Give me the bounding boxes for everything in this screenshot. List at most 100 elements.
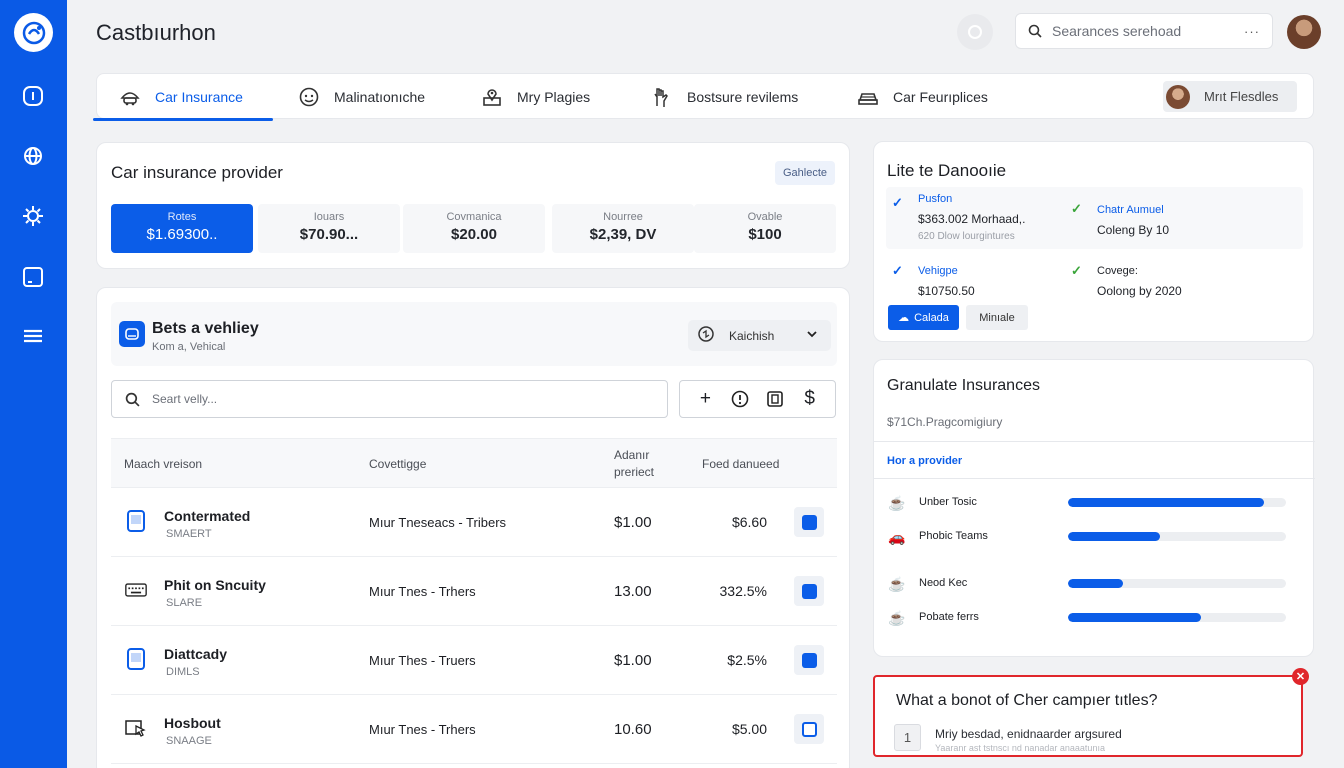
divider [874,441,1315,442]
provider-badge[interactable]: Gahlecte [774,161,835,185]
info-icon[interactable] [21,84,45,108]
progress-track [1068,532,1286,541]
detail-item: Vehigpe $10750.50 [918,265,975,298]
column-premium-line1[interactable]: Adanır [614,448,649,462]
stat-value: $100 [748,226,782,243]
stat-nourree[interactable]: Nourree $2,39, DV [552,204,694,253]
detail-item: Covege: Oolong by 2020 [1097,265,1182,298]
compare-card: Granulate Insurances $71Ch.Pragcomigiury… [873,359,1315,657]
primary-button[interactable]: ☁ Calada [888,305,959,330]
provider-label: Unber Tosic [919,496,977,508]
vehicles-subtitle: Kom a, Vehical [152,341,226,353]
column-coverage[interactable]: Covettigge [369,457,426,471]
row-checkbox[interactable] [794,576,824,606]
row-sub: SLARE [166,597,203,609]
tab-bostsure[interactable]: Bostsure revilems [651,74,798,119]
add-provider-link[interactable]: Hor a provider [887,455,962,467]
answer-number[interactable]: 1 [894,724,921,751]
provider-label: Pobate ferrs [919,611,979,623]
stat-ovable[interactable]: Ovable $100 [694,204,836,253]
settings-gear-icon[interactable] [21,204,45,228]
tab-label: Mry Plagies [517,88,591,105]
phone-icon [125,510,147,532]
provider-bar-row[interactable]: ☕ Unber Tosic [888,493,1288,513]
car-umbrella-icon [119,86,141,108]
row-fee: 332.5% [719,583,767,599]
progress-track [1068,613,1286,622]
provider-label: Phobic Teams [919,530,988,542]
stat-label: Iouars [313,211,345,223]
dollar-icon[interactable]: $ [798,387,822,411]
detail-key: Pusfon [918,193,953,205]
vehicle-select-dropdown[interactable]: Kaichish [688,320,831,351]
detail-item: Pusfon $363.002 Morhaad,. 620 Dlow lourg… [918,193,1025,242]
row-checkbox[interactable] [794,507,824,537]
progress-fill [1068,498,1265,507]
divider [874,478,1315,479]
column-machine[interactable]: Maach vreison [124,457,202,471]
vehicles-header: Bets a vehliey Kom a, Vehical Kaichish [111,302,837,366]
row-checkbox[interactable] [794,714,824,744]
row-premium: 13.00 [614,583,652,600]
table-row[interactable]: Contermated SMAERT Mıur Tneseacs - Tribe… [111,488,837,557]
provider-bar-row[interactable]: ☕ Neod Kec [888,574,1288,594]
vehicle-search-input[interactable]: Seart velly... [111,380,668,418]
check-icon: ✓ [1071,201,1082,216]
provider-bar-row[interactable]: 🚗 Phobic Teams [888,527,1288,547]
table-row[interactable]: Diattcady DIMLS Mıur Thes - Truers $1.00… [111,626,837,695]
profile-avatar [1166,84,1190,109]
row-premium: $1.00 [614,652,652,669]
tab-car-feuriplices[interactable]: Car Feurıplices [857,74,988,119]
tab-user-profile[interactable]: Mrıt Flesdles [1163,81,1297,112]
logo-icon [22,21,45,44]
provider-card: Car insurance provider Gahlecte Rotes $1… [96,142,850,269]
user-avatar[interactable] [1287,15,1321,49]
row-coverage: Mıur Tnes - Trhers [369,584,476,599]
detail-key: Covege: [1097,265,1138,277]
table-row[interactable]: Hosbout SNAAGE Mıur Tnes - Trhers 10.60 … [111,695,837,764]
status-toggle-icon[interactable] [957,14,993,50]
stat-value: $2,39, DV [589,226,657,243]
add-icon[interactable]: + [693,387,717,411]
stat-iouars[interactable]: Iouars $70.90... [258,204,400,253]
vehicles-title: Bets a vehliey [152,320,259,337]
close-icon[interactable]: ✕ [1292,668,1309,685]
tab-plagies[interactable]: Mry Plagies [481,74,590,119]
stat-label: Covmanica [446,211,502,223]
answer-text[interactable]: Mriy besdad, enidnaarder argsured [935,727,1122,741]
column-fee[interactable]: Foed danueed [702,457,779,471]
stat-covmanica[interactable]: Covmanica $20.00 [403,204,545,253]
copy-icon[interactable] [763,387,787,411]
alert-icon[interactable] [728,387,752,411]
row-premium: $1.00 [614,514,652,531]
global-search-input[interactable]: Searances serehoad ··· [1015,13,1273,49]
layers-icon[interactable] [21,324,45,348]
search-more-icon[interactable]: ··· [1244,24,1260,39]
row-fee: $6.60 [731,514,767,530]
provider-label: Neod Kec [919,577,968,589]
row-name: Phit on Sncuity [164,577,266,593]
table-row[interactable]: Phit on Sncuity SLARE Mıur Tnes - Trhers… [111,557,837,626]
globe-icon[interactable] [21,144,45,168]
stat-label: Nourree [603,211,643,223]
search-icon [1028,24,1042,38]
detail-item: Chatr Aumuel Coleng By 10 [1097,204,1169,237]
tab-car-insurance[interactable]: Car Insurance [93,74,273,121]
hand-icon [651,86,673,108]
map-pin-icon [481,86,503,108]
stat-rates[interactable]: Rotes $1.69300.. [111,204,253,253]
column-premium-line2: preriect [614,465,655,479]
teapot-icon: ☕ [888,495,906,511]
chevron-down-icon [805,327,819,344]
secondary-button[interactable]: Minıale [966,305,1028,330]
progress-track [1068,579,1286,588]
detail-sub: 620 Dlow lourgintures [918,231,1015,242]
row-checkbox[interactable] [794,645,824,675]
window-icon[interactable] [21,265,45,289]
car-icon: 🚗 [888,529,906,545]
tab-malinationiche[interactable]: Malinatıonıche [298,74,425,119]
vehicle-icon [119,321,145,347]
app-logo[interactable] [14,13,53,52]
question-popup: What a bonot of Cher campıer tıtles? 1 M… [873,668,1309,757]
provider-bar-row[interactable]: ☕ Pobate ferrs [888,608,1288,628]
